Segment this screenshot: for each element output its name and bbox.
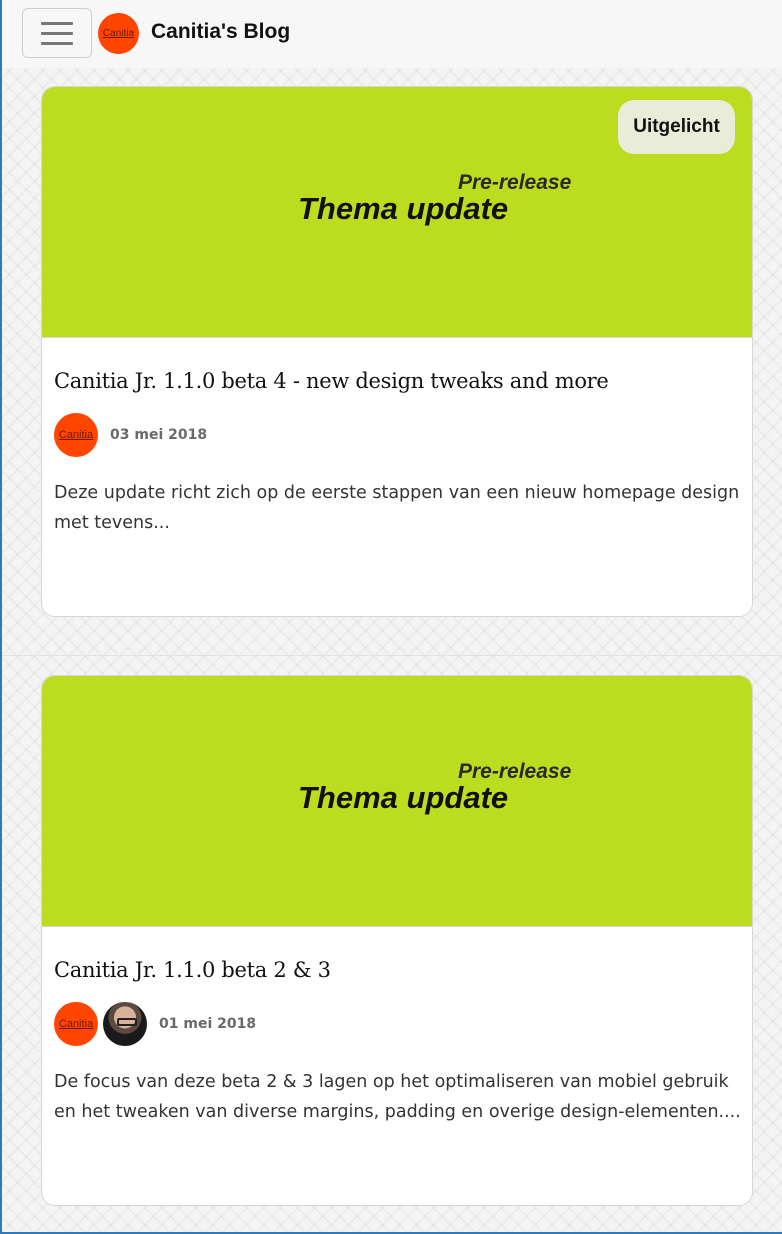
post-excerpt: De focus van deze beta 2 & 3 lagen op he… (54, 1072, 741, 1122)
post-card[interactable]: Pre-release Thema update Uitgelicht Cani… (41, 86, 753, 617)
post-date: 03 mei 2018 (110, 427, 208, 443)
post-excerpt: Deze update richt zich op de eerste stap… (54, 483, 740, 533)
divider (2, 655, 782, 656)
post-title[interactable]: Canitia Jr. 1.1.0 beta 2 & 3 (54, 958, 331, 982)
hamburger-icon (41, 41, 73, 45)
banner-title: Thema update (298, 191, 509, 226)
post-banner-image[interactable]: Pre-release Thema update (42, 676, 752, 927)
navbar: Canitia Canitia's Blog (2, 0, 782, 68)
author-avatar-photo[interactable] (103, 1002, 147, 1046)
featured-badge: Uitgelicht (618, 100, 735, 154)
author-avatar[interactable]: Canitia (54, 413, 98, 457)
post-meta: Canitia 01 mei 2018 (54, 1002, 256, 1046)
post-title[interactable]: Canitia Jr. 1.1.0 beta 4 - new design tw… (54, 369, 609, 393)
site-title[interactable]: Canitia's Blog (151, 20, 290, 44)
hamburger-icon (41, 31, 73, 35)
post-banner-image[interactable]: Pre-release Thema update Uitgelicht (42, 87, 752, 338)
site-logo[interactable]: Canitia (98, 13, 139, 54)
author-avatar[interactable]: Canitia (54, 1002, 98, 1046)
hamburger-icon (41, 21, 73, 25)
post-meta: Canitia 03 mei 2018 (54, 413, 207, 457)
menu-toggle-button[interactable] (22, 8, 92, 58)
banner-title: Thema update (298, 780, 509, 815)
post-card[interactable]: Pre-release Thema update Canitia Jr. 1.1… (41, 675, 753, 1206)
post-date: 01 mei 2018 (159, 1016, 257, 1032)
